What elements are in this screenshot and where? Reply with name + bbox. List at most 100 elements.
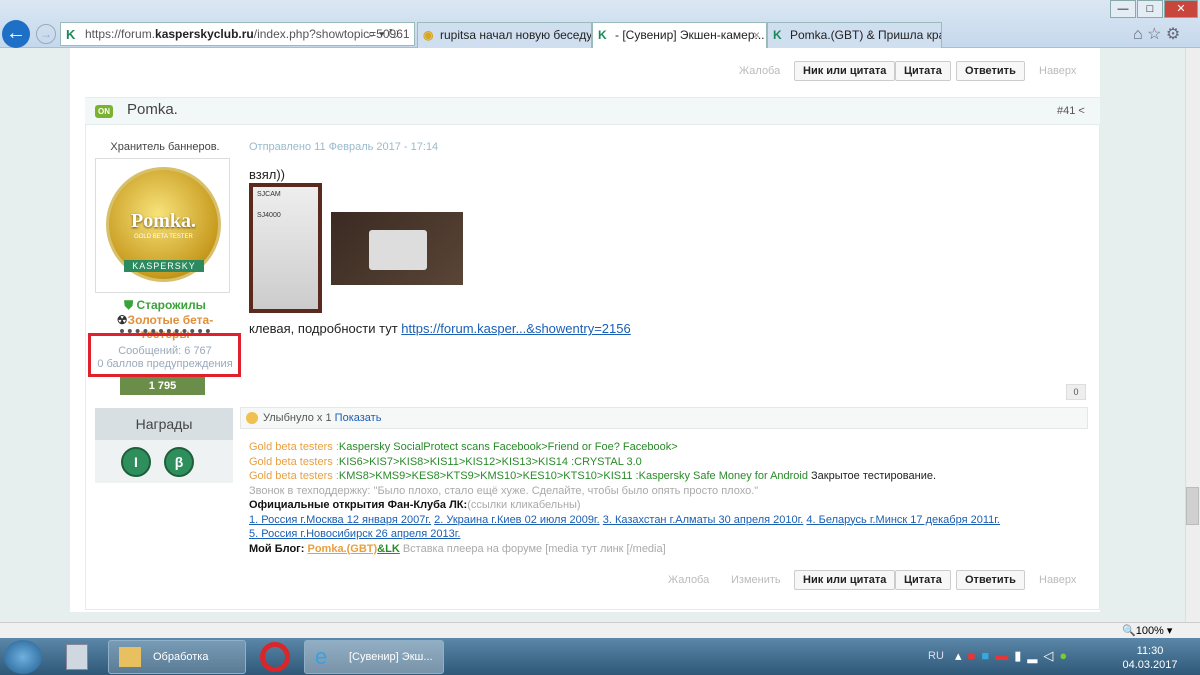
maximize-button[interactable]: □ bbox=[1137, 0, 1163, 18]
clock-date: 04.03.2017 bbox=[1122, 659, 1178, 671]
blog-link-lk[interactable]: &LK bbox=[377, 543, 400, 555]
author-name[interactable]: Pomka. bbox=[127, 101, 178, 118]
group-label: Старожилы bbox=[136, 298, 206, 312]
taskbar-ie[interactable]: e [Сувенир] Экш... bbox=[304, 640, 444, 674]
sig-text: Вставка плеера на форуме [media тут линк… bbox=[399, 542, 666, 555]
award-beta-icon[interactable]: β bbox=[164, 447, 194, 477]
zoom-text: 100% bbox=[1135, 625, 1164, 637]
status-bar: 🔍100% ▾ bbox=[0, 622, 1200, 638]
close-window-button[interactable]: ✕ bbox=[1164, 0, 1198, 18]
tab-label: - [Сувенир] Экшен-камер... bbox=[615, 28, 765, 42]
smile-icon bbox=[246, 412, 258, 424]
avatar[interactable]: Pomka. GOLD BETA TESTER KASPERSKY bbox=[95, 158, 230, 293]
site-icon: K bbox=[66, 27, 76, 42]
clock[interactable]: 11:30 04.03.2017 bbox=[1120, 644, 1180, 672]
user-title: Хранитель баннеров. bbox=[110, 141, 220, 153]
sig-line: Закрытое тестирование. bbox=[807, 470, 937, 482]
post-header bbox=[85, 97, 1100, 125]
close-tab-icon[interactable]: × bbox=[753, 23, 760, 47]
nick-quote-button[interactable]: Ник или цитата bbox=[794, 570, 896, 590]
reputation-badge: 1 795 bbox=[120, 377, 205, 395]
reaction-label: Улыбнуло x bbox=[263, 412, 326, 424]
sig-line: KMS8>KMS9>KES8>KTS9>KMS10>KES10>KTS10>KI… bbox=[338, 470, 808, 482]
forward-button[interactable]: → bbox=[36, 24, 56, 44]
tab-conversation[interactable]: ◉rupitsa начал новую беседу с ... bbox=[417, 22, 592, 48]
taskbar-folder[interactable]: Обработка bbox=[108, 640, 246, 674]
scrollbar[interactable] bbox=[1185, 48, 1200, 622]
start-button[interactable] bbox=[4, 640, 42, 674]
zoom-level[interactable]: 🔍100% ▾ bbox=[1122, 624, 1172, 638]
sig-heading: Официальные открытия Фан-Клуба ЛК: bbox=[249, 499, 468, 511]
tab-label: rupitsa начал новую беседу с ... bbox=[440, 28, 592, 42]
tray-icons[interactable]: ▴■■▬▮▂◁● bbox=[955, 648, 1073, 664]
post-text-2: клевая, подробности тут https://forum.ka… bbox=[249, 321, 631, 336]
sig-line: KIS6>KIS7>KIS8>KIS11>KIS12>KIS13>KIS14 :… bbox=[338, 455, 642, 468]
medal-brand: KASPERSKY bbox=[124, 260, 204, 272]
blog-link[interactable]: Pomka.(GBT) bbox=[307, 543, 377, 555]
group-oldtimers: ⛊ Старожилы bbox=[95, 298, 235, 313]
tab-pomka[interactable]: KPomka.(GBT) & Пришла крас... bbox=[767, 22, 942, 48]
quote-button[interactable]: Цитата bbox=[895, 61, 951, 81]
sig-label: Gold beta testers : bbox=[249, 455, 339, 468]
awards-title: Награды bbox=[95, 408, 233, 440]
blog-entry-link[interactable]: https://forum.kasper...&showentry=2156 bbox=[401, 321, 630, 336]
post-number[interactable]: #41 < bbox=[1057, 105, 1085, 117]
fanclub-link[interactable]: 3. Казахстан г.Алматы 30 апреля 2010г. bbox=[603, 514, 804, 526]
back-button[interactable]: ← bbox=[2, 20, 30, 48]
gold-medal-avatar: Pomka. GOLD BETA TESTER KASPERSKY bbox=[106, 167, 221, 282]
blog-label: Мой Блог: bbox=[249, 542, 308, 555]
reply-button[interactable]: Ответить bbox=[956, 570, 1025, 590]
shield-icon: ⛊ bbox=[124, 298, 134, 312]
sig-line: Kaspersky SocialProtect scans Facebook>F… bbox=[338, 441, 678, 453]
fanclub-link[interactable]: 5. Россия г.Новосибирск 26 апреля 2013г. bbox=[249, 528, 460, 540]
reply-button[interactable]: Ответить bbox=[956, 61, 1025, 81]
clock-time: 11:30 bbox=[1136, 645, 1164, 657]
report-link[interactable]: Жалоба bbox=[668, 574, 709, 586]
sig-note: (ссылки кликабельны) bbox=[467, 499, 581, 511]
tab-label: Pomka.(GBT) & Пришла крас... bbox=[790, 28, 941, 42]
fanclub-link[interactable]: 1. Россия г.Москва 12 января 2007г. bbox=[249, 514, 431, 526]
camera-box-image[interactable]: SJCAM SJ4000 bbox=[249, 183, 322, 313]
tab-active[interactable]: K- [Сувенир] Экшен-камер... × bbox=[592, 22, 767, 48]
fanclub-link[interactable]: 4. Беларусь г.Минск 17 декабря 2011г. bbox=[806, 514, 1000, 526]
quote-button[interactable]: Цитата bbox=[895, 570, 951, 590]
medal-name: Pomka. bbox=[131, 210, 196, 232]
minimize-button[interactable]: — bbox=[1110, 0, 1136, 18]
search-icon[interactable]: ⌕ ▾ ↻ bbox=[368, 26, 399, 42]
post-text: взял)) bbox=[249, 167, 286, 182]
show-reactions-link[interactable]: Показать bbox=[335, 412, 382, 424]
award-icon[interactable]: I bbox=[121, 447, 151, 477]
top-link[interactable]: Наверх bbox=[1039, 574, 1076, 586]
highlight-box bbox=[88, 333, 241, 377]
language-indicator[interactable]: RU bbox=[928, 650, 944, 662]
signature: Gold beta testers :Kaspersky SocialProte… bbox=[249, 440, 1089, 556]
post-number-text: #41 bbox=[1057, 105, 1076, 117]
post-reputation[interactable]: 0 bbox=[1066, 384, 1086, 400]
url-domain: kasperskyclub.ru bbox=[155, 27, 254, 41]
share-icon[interactable]: < bbox=[1078, 105, 1084, 117]
url-prefix: https://forum. bbox=[85, 27, 156, 41]
reaction-count: 1 bbox=[325, 412, 332, 424]
top-link[interactable]: Наверх bbox=[1039, 65, 1076, 77]
nick-quote-button[interactable]: Ник или цитата bbox=[794, 61, 896, 81]
sig-quote: Звонок в техподдержку: "Было плохо, стал… bbox=[249, 484, 759, 497]
taskbar-label: [Сувенир] Экш... bbox=[349, 651, 433, 663]
sig-label: Gold beta testers : bbox=[249, 441, 339, 453]
ie-icon: e bbox=[315, 644, 328, 669]
calculator-icon[interactable] bbox=[66, 644, 88, 670]
report-link[interactable]: Жалоба bbox=[739, 65, 780, 77]
address-bar[interactable]: Khttps://forum.kasperskyclub.ru/index.ph… bbox=[60, 22, 415, 46]
reactions-bar: Улыбнуло x 1 Показать bbox=[240, 407, 1088, 429]
post-date: Отправлено 11 Февраль 2017 - 17:14 bbox=[249, 141, 439, 153]
edit-link[interactable]: Изменить bbox=[731, 574, 781, 586]
scrollbar-thumb[interactable] bbox=[1186, 487, 1199, 525]
taskbar-label: Обработка bbox=[153, 651, 209, 663]
fanclub-link[interactable]: 2. Украина г.Киев 02 июля 2009г. bbox=[434, 514, 600, 526]
sig-label: Gold beta testers : bbox=[249, 470, 339, 482]
camera-image[interactable] bbox=[331, 212, 463, 285]
opera-icon[interactable] bbox=[260, 642, 290, 672]
home-star-gear-icons[interactable]: ⌂ ☆ ⚙ bbox=[1133, 24, 1180, 44]
folder-icon bbox=[119, 647, 141, 667]
online-badge: ON bbox=[95, 105, 113, 118]
radiation-icon: ☢ bbox=[116, 313, 128, 327]
